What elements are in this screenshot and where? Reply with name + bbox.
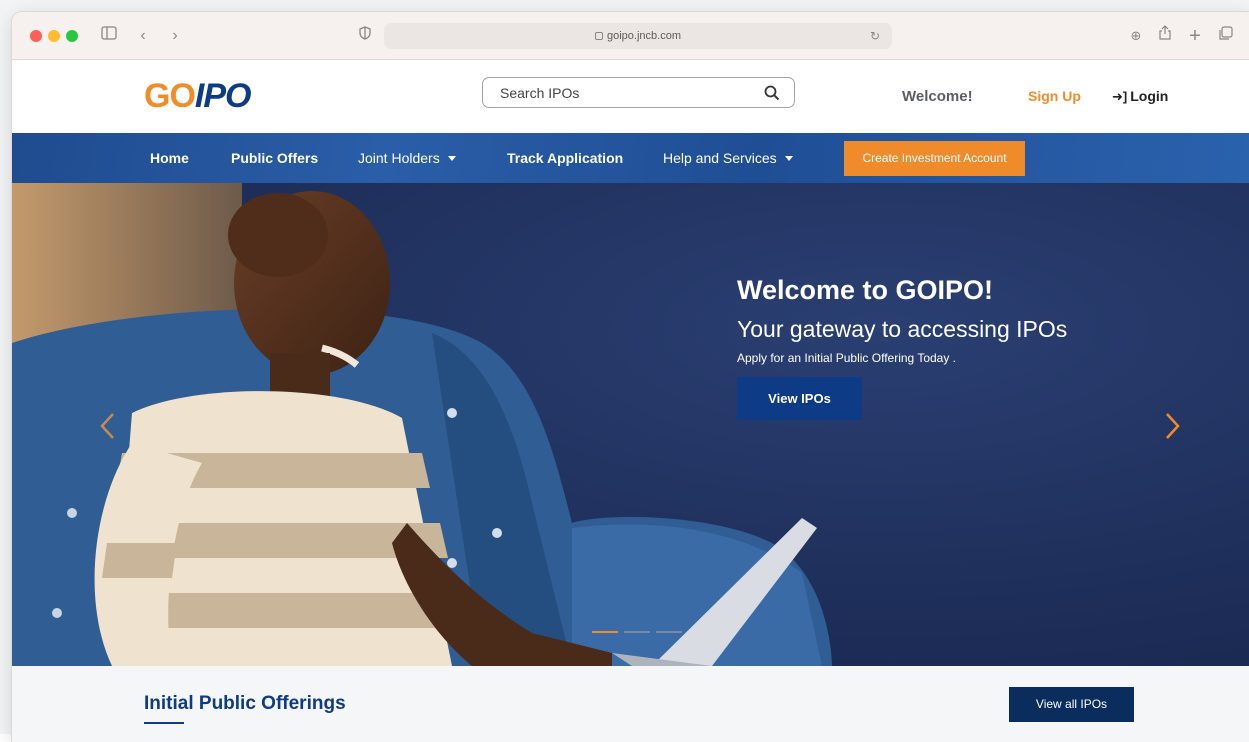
search-input[interactable] bbox=[500, 78, 740, 107]
screen: ‹ › goipo.jncb.com ↻ ⊕ + GOIPO Welcome! … bbox=[0, 0, 1249, 742]
minimize-window-button[interactable] bbox=[48, 30, 60, 42]
carousel-indicator-2[interactable] bbox=[624, 631, 650, 633]
search-icon[interactable] bbox=[764, 85, 780, 101]
carousel-next-icon[interactable] bbox=[1164, 411, 1182, 441]
share-icon[interactable] bbox=[1157, 24, 1173, 48]
hero-image bbox=[12, 183, 832, 666]
hero-subtitle: Your gateway to accessing IPOs bbox=[737, 316, 1068, 342]
back-icon[interactable]: ‹ bbox=[136, 24, 150, 48]
nav-home[interactable]: Home bbox=[150, 150, 189, 166]
nav-public-offers[interactable]: Public Offers bbox=[231, 150, 318, 166]
view-all-ipos-button[interactable]: View all IPOs bbox=[1009, 687, 1134, 722]
logo-go: GO bbox=[144, 77, 196, 115]
privacy-shield-icon[interactable] bbox=[357, 24, 373, 48]
nav-joint-holders[interactable]: Joint Holders bbox=[358, 150, 456, 166]
nav-help-and-services[interactable]: Help and Services bbox=[663, 150, 793, 166]
nav-track-application[interactable]: Track Application bbox=[507, 150, 623, 166]
new-tab-icon[interactable]: + bbox=[1187, 24, 1203, 48]
chevron-down-icon bbox=[784, 156, 793, 161]
ipo-section: Initial Public Offerings View all IPOs bbox=[12, 666, 1249, 742]
create-investment-account-button[interactable]: Create Investment Account bbox=[844, 141, 1025, 176]
hero-carousel: Welcome to GOIPO! Your gateway to access… bbox=[12, 183, 1249, 666]
address-bar[interactable]: goipo.jncb.com ↻ bbox=[384, 23, 892, 49]
hero-title: Welcome to GOIPO! bbox=[737, 275, 994, 305]
reload-icon[interactable]: ↻ bbox=[870, 23, 880, 49]
carousel-indicator-3[interactable] bbox=[656, 631, 682, 633]
section-title: Initial Public Offerings bbox=[144, 693, 346, 714]
tab-overview-icon[interactable] bbox=[1218, 24, 1234, 48]
forward-icon[interactable]: › bbox=[168, 24, 182, 48]
hero-tagline: Apply for an Initial Public Offering Tod… bbox=[737, 351, 957, 365]
goipo-logo[interactable]: GOIPO bbox=[144, 76, 252, 116]
downloads-icon[interactable]: ⊕ bbox=[1128, 24, 1144, 48]
chevron-down-icon bbox=[447, 156, 456, 161]
nav-help-label: Help and Services bbox=[663, 150, 777, 166]
address-url: goipo.jncb.com bbox=[607, 30, 681, 42]
main-nav: Home Public Offers Joint Holders Track A… bbox=[12, 133, 1249, 183]
nav-joint-holders-label: Joint Holders bbox=[358, 150, 440, 166]
carousel-prev-icon[interactable] bbox=[98, 411, 116, 441]
sign-up-link[interactable]: Sign Up bbox=[1028, 88, 1081, 104]
search-box bbox=[482, 77, 795, 108]
sidebar-toggle-icon[interactable] bbox=[98, 24, 120, 48]
login-label: Login bbox=[1130, 88, 1169, 104]
browser-toolbar: ‹ › goipo.jncb.com ↻ ⊕ + bbox=[12, 12, 1249, 60]
lock-icon bbox=[595, 32, 603, 40]
site-header: GOIPO Welcome! Sign Up ➜]Login bbox=[12, 60, 1249, 133]
logo-ipo: IPO bbox=[194, 77, 252, 115]
browser-window: ‹ › goipo.jncb.com ↻ ⊕ + GOIPO Welcome! … bbox=[12, 12, 1249, 742]
title-underline bbox=[144, 722, 184, 724]
welcome-text: Welcome! bbox=[902, 88, 973, 105]
login-link[interactable]: ➜] Login bbox=[1112, 88, 1168, 105]
carousel-indicator-1[interactable] bbox=[592, 631, 618, 633]
login-icon: ➜] bbox=[1112, 89, 1128, 104]
view-ipos-button[interactable]: View IPOs bbox=[737, 377, 862, 420]
close-window-button[interactable] bbox=[30, 30, 42, 42]
zoom-window-button[interactable] bbox=[66, 30, 78, 42]
